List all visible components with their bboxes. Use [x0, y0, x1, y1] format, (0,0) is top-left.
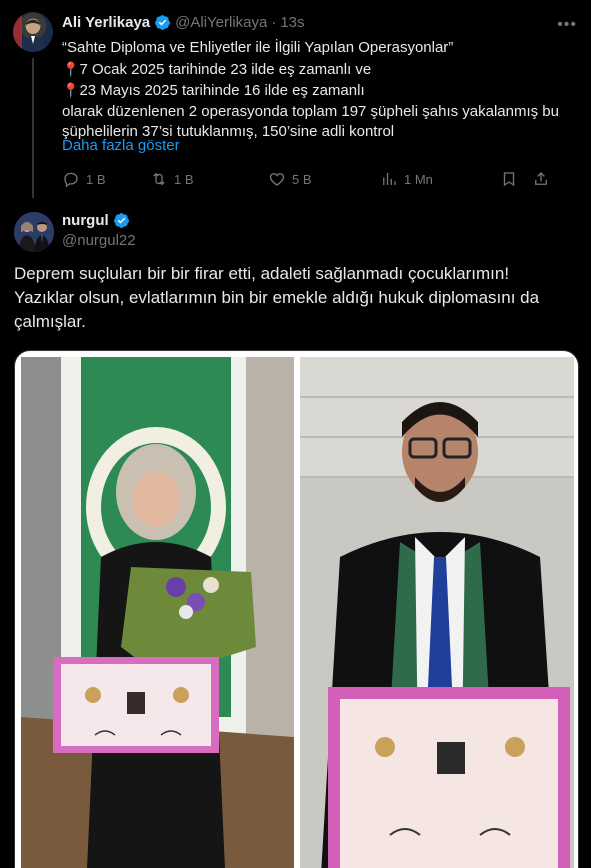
- share-icon: [535, 172, 547, 185]
- repost-count: 1 B: [174, 171, 194, 187]
- media-photo[interactable]: [300, 357, 574, 868]
- reply-button[interactable]: 1 B: [62, 170, 138, 188]
- verified-badge-icon: [113, 213, 129, 228]
- reply-icon: [64, 172, 78, 188]
- tweet-text: “Sahte Diploma ve Ehliyetler ile İlgili …: [62, 38, 577, 143]
- author-handle[interactable]: @nurgul22: [62, 232, 136, 249]
- tweet-line: “Sahte Diploma ve Ehliyetler ile İlgili …: [62, 39, 454, 56]
- tweet-line: 7 Ocak 2025 tarihinde 23 ilde eş zamanlı…: [79, 60, 372, 78]
- round-pushpin-icon: 📍: [62, 60, 80, 77]
- timestamp[interactable]: 13s: [280, 14, 304, 31]
- thread-connector-line: [32, 58, 34, 198]
- tweet-line: olarak düzenlenen 2 operasyonda toplam 1…: [62, 102, 559, 120]
- show-more-link[interactable]: Daha fazla göster: [62, 137, 180, 154]
- more-options-icon[interactable]: •••: [557, 16, 577, 34]
- reply-count: 1 B: [86, 171, 106, 187]
- like-count: 5 B: [292, 171, 312, 187]
- separator-dot: ·: [271, 14, 277, 31]
- tweet-line: Yazıklar olsun, evlatlarımın bin bir eme…: [14, 288, 540, 307]
- tweet-text: Deprem suçluları bir bir firar etti, ada…: [14, 262, 579, 334]
- avatar[interactable]: [14, 212, 54, 252]
- bookmark-button[interactable]: [500, 170, 518, 188]
- heart-icon: [269, 173, 285, 186]
- author-row: Ali Yerlikaya @AliYerlikaya · 13s: [62, 14, 305, 31]
- tweet-line-with-pin: 📍7 Ocak 2025 tarihinde 23 ilde eş zamanl…: [62, 59, 577, 81]
- action-bar: 1 B 1 B 5 B 1 Mn: [62, 170, 580, 188]
- main-tweet[interactable]: nurgul @nurgul22 Deprem suçluları bir bi…: [0, 200, 591, 868]
- avatar[interactable]: [13, 12, 53, 52]
- analytics-icon: [383, 173, 396, 185]
- bookmark-icon: [503, 172, 515, 187]
- media-photo[interactable]: [21, 357, 294, 868]
- tweet-line: Deprem suçluları bir bir firar etti, ada…: [14, 264, 510, 283]
- author-name[interactable]: Ali Yerlikaya: [62, 14, 150, 31]
- share-button[interactable]: [532, 170, 550, 188]
- views-button[interactable]: 1 Mn: [380, 170, 480, 188]
- author-row: nurgul: [62, 212, 130, 229]
- view-count: 1 Mn: [404, 171, 433, 187]
- round-pushpin-icon: 📍: [62, 82, 80, 98]
- verified-badge-icon: [155, 15, 171, 30]
- tweet-line: 23 Mayıs 2025 tarihinde 16 ilde eş zaman…: [79, 82, 365, 99]
- repost-button[interactable]: 1 B: [150, 170, 268, 188]
- tweet-line-with-pin: 📍23 Mayıs 2025 tarihinde 16 ilde eş zama…: [62, 80, 577, 102]
- thread-parent-tweet[interactable]: Ali Yerlikaya @AliYerlikaya · 13s ••• “S…: [0, 0, 591, 200]
- tweet-line: çalmışlar.: [14, 312, 86, 331]
- repost-icon: [153, 172, 165, 186]
- like-button[interactable]: 5 B: [268, 170, 380, 188]
- author-handle[interactable]: @AliYerlikaya: [175, 14, 267, 31]
- author-name[interactable]: nurgul: [62, 212, 109, 229]
- media-grid: ✕: [14, 350, 579, 868]
